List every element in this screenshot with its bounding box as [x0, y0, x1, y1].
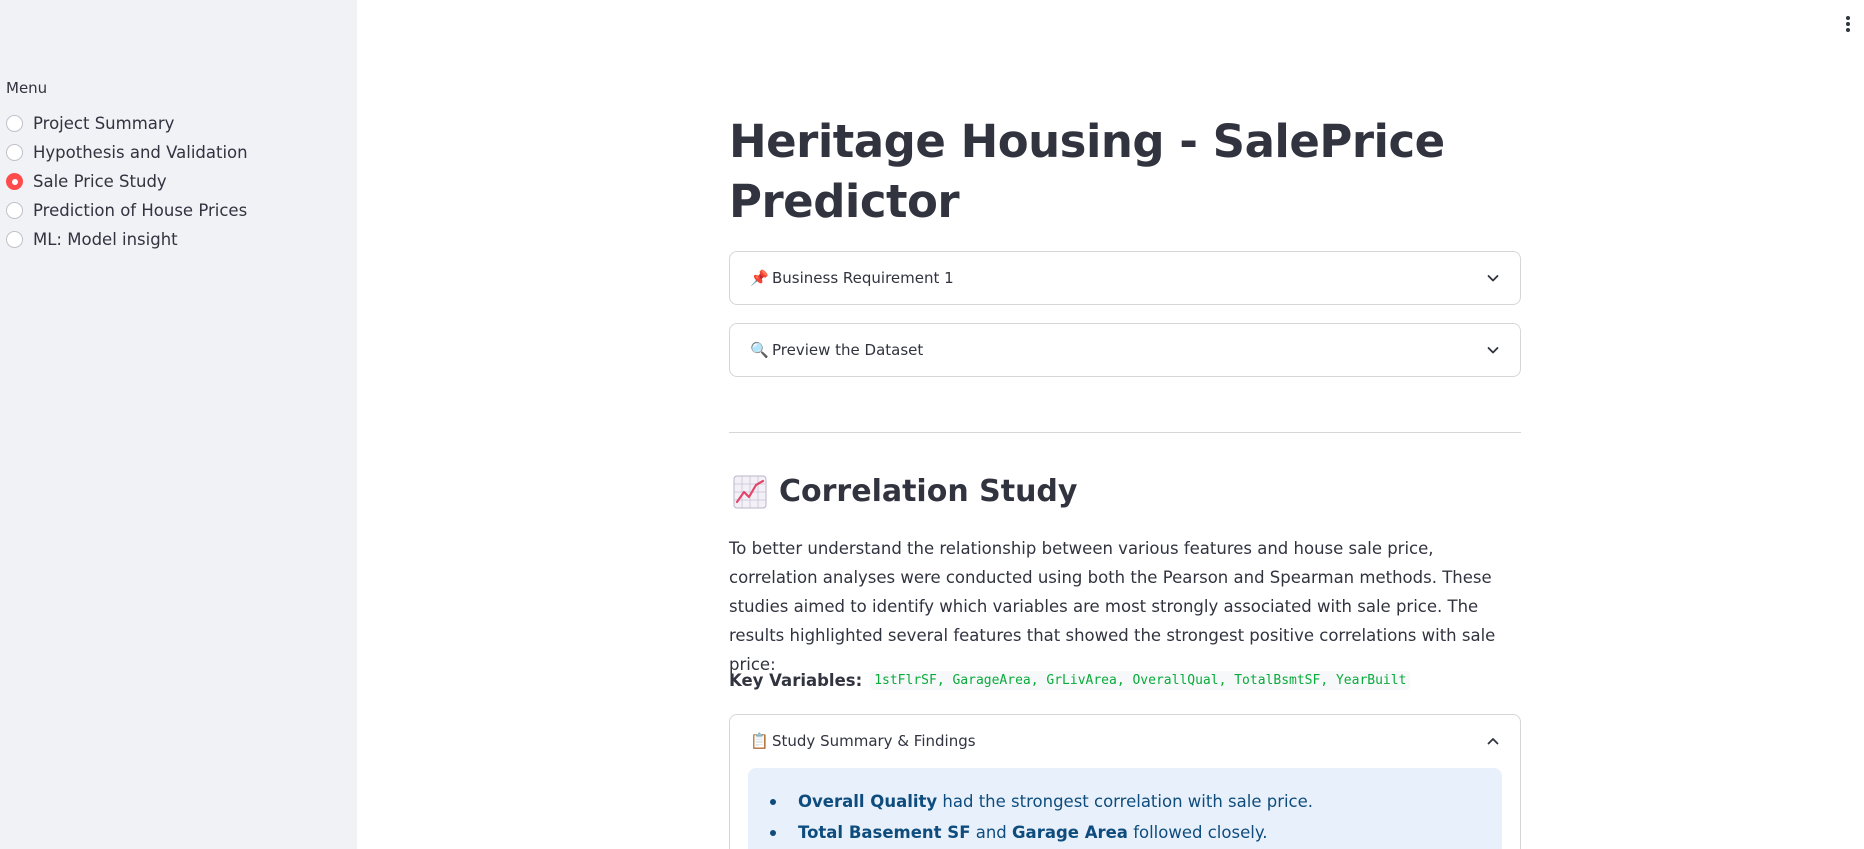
- main-menu-kebab-icon[interactable]: [1844, 12, 1852, 36]
- info-box: Overall Quality had the strongest correl…: [748, 768, 1502, 849]
- radio-button[interactable]: [6, 144, 23, 161]
- menu-item-sale-price-study[interactable]: Sale Price Study: [6, 167, 248, 196]
- section-title: Correlation Study: [779, 474, 1078, 509]
- menu-item-label: Project Summary: [33, 114, 175, 133]
- expander-label: Study Summary & Findings: [772, 732, 976, 750]
- menu-item-model-insight[interactable]: ML: Model insight: [6, 225, 248, 254]
- kebab-dot: [1846, 22, 1850, 26]
- key-variables-label: Key Variables:: [729, 671, 863, 690]
- finding-bold: Total Basement SF: [798, 823, 971, 842]
- key-variables-code: 1stFlrSF, GarageArea, GrLivArea, Overall…: [870, 671, 1411, 690]
- kebab-dot: [1846, 16, 1850, 20]
- chevron-up-icon: [1487, 738, 1499, 745]
- menu-item-project-summary[interactable]: Project Summary: [6, 109, 248, 138]
- menu-label: Menu: [6, 79, 48, 97]
- page-title: Heritage Housing - SalePrice Predictor: [729, 115, 1445, 228]
- radio-button[interactable]: [6, 202, 23, 219]
- pushpin-icon: 📌: [750, 269, 769, 287]
- expander-preview-dataset[interactable]: 🔍 Preview the Dataset: [729, 323, 1521, 377]
- expander-label: Preview the Dataset: [772, 341, 924, 359]
- finding-text: had the strongest correlation with sale …: [937, 792, 1314, 811]
- expander-header[interactable]: 🔍 Preview the Dataset: [730, 324, 1520, 376]
- chart-increasing-icon: [733, 475, 767, 508]
- expander-business-requirement[interactable]: 📌 Business Requirement 1: [729, 251, 1521, 305]
- finding-bold: Overall Quality: [798, 792, 938, 811]
- chevron-down-icon: [1487, 275, 1499, 282]
- chevron-down-icon: [1487, 347, 1499, 354]
- key-variables: Key Variables: 1stFlrSF, GarageArea, GrL…: [729, 671, 1411, 690]
- findings-list: Overall Quality had the strongest correl…: [769, 786, 1314, 848]
- radio-button[interactable]: [6, 231, 23, 248]
- expander-study-summary[interactable]: 📋 Study Summary & Findings Overall Quali…: [729, 714, 1521, 849]
- section-heading: Correlation Study: [733, 474, 1077, 509]
- clipboard-icon: 📋: [750, 732, 769, 750]
- menu-item-hypothesis[interactable]: Hypothesis and Validation: [6, 138, 248, 167]
- expander-header[interactable]: 📋 Study Summary & Findings: [730, 715, 1520, 767]
- list-item: Total Basement SF and Garage Area follow…: [769, 817, 1313, 848]
- radio-button[interactable]: [6, 115, 23, 132]
- section-paragraph: To better understand the relationship be…: [729, 539, 1496, 674]
- finding-text: and: [970, 823, 1013, 842]
- menu-item-label: Hypothesis and Validation: [33, 143, 248, 162]
- menu-item-label: Prediction of House Prices: [33, 201, 248, 220]
- kebab-dot: [1846, 28, 1850, 32]
- list-item: Overall Quality had the strongest correl…: [769, 786, 1314, 817]
- menu-radio-group: Project Summary Hypothesis and Validatio…: [6, 109, 248, 254]
- sidebar: Menu Project Summary Hypothesis and Vali…: [0, 0, 357, 849]
- finding-bold: Garage Area: [1012, 823, 1128, 842]
- expander-header[interactable]: 📌 Business Requirement 1: [730, 252, 1520, 304]
- expander-label: Business Requirement 1: [772, 269, 954, 287]
- magnifier-icon: 🔍: [750, 341, 769, 359]
- finding-text: followed closely.: [1127, 823, 1268, 842]
- menu-item-prediction[interactable]: Prediction of House Prices: [6, 196, 248, 225]
- menu-item-label: Sale Price Study: [33, 172, 167, 191]
- menu-item-label: ML: Model insight: [33, 230, 178, 249]
- radio-button-selected[interactable]: [6, 173, 23, 190]
- divider: [729, 432, 1521, 433]
